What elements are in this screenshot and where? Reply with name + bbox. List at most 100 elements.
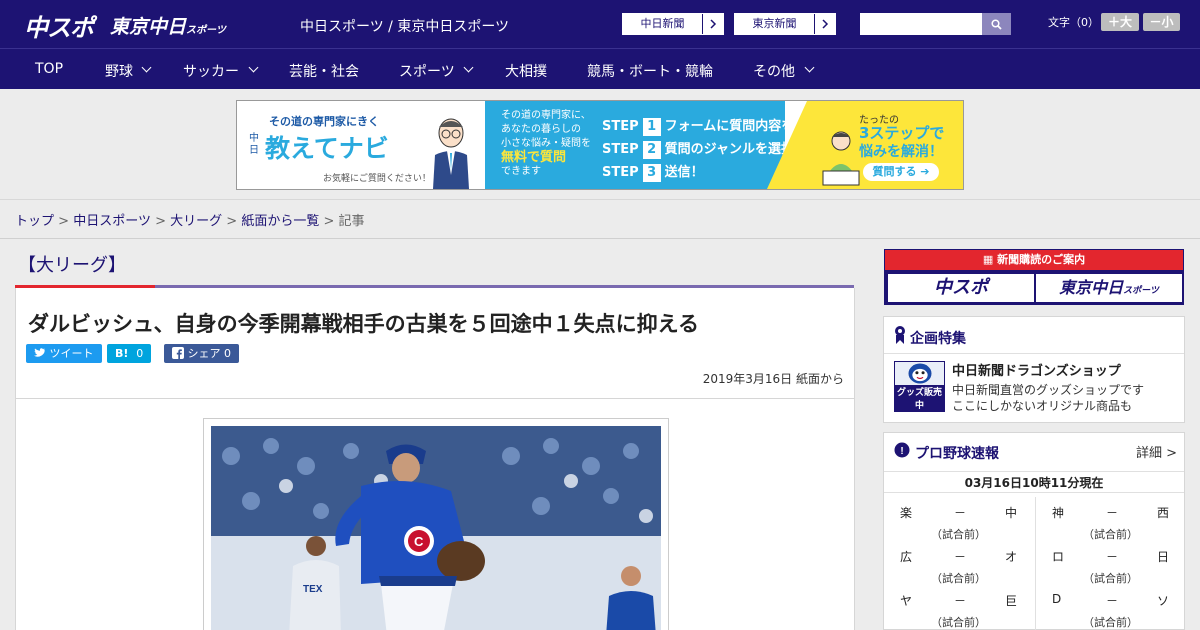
game-home: 楽 — [900, 506, 913, 520]
subscription-header: ▦ 新聞購読のご案内 — [885, 250, 1183, 270]
game-dash: － — [1106, 550, 1119, 564]
tokyo-logo-small: スポーツ — [186, 25, 226, 36]
tokyo-chunichi-logo[interactable]: 東京中日スポーツ — [110, 12, 226, 39]
game-status[interactable]: （試合前） — [1083, 614, 1138, 630]
banner-step3: STEP 3 送信！ — [602, 164, 704, 182]
article-date: 2019年3月16日 紙面から — [702, 372, 844, 386]
businessman-illustration — [433, 118, 469, 189]
game-dash: － — [1106, 506, 1119, 520]
shop-desc-2: ここにしかないオリジナル商品も — [952, 399, 1133, 413]
facebook-share-count: 0 — [224, 347, 231, 360]
nav-item-keiba[interactable]: 競馬・ボート・競輪 — [587, 61, 713, 81]
nav-item-entertainment[interactable]: 芸能・社会 — [289, 61, 359, 81]
chevron-down-icon[interactable] — [141, 62, 152, 73]
newspaper-icon: ▦ — [982, 253, 998, 266]
breadcrumb-mlb[interactable]: 大リーグ — [170, 214, 222, 229]
chunichi-shimbun-link[interactable]: 中日新聞 — [622, 13, 724, 35]
chevron-down-icon[interactable] — [248, 62, 259, 73]
shop-desc-1: 中日新聞直営のグッズショップです — [952, 383, 1145, 397]
sub-tokyo-small: スポーツ — [1123, 286, 1159, 296]
nav-item-sports[interactable]: スポーツ — [399, 61, 455, 81]
person-laptop-illustration — [822, 131, 860, 186]
svg-text:!: ! — [900, 446, 903, 457]
ad-banner-area: その道の専門家にきく 中日 教えてナビ お気軽にご質問ください！ その道の専門家… — [0, 89, 1200, 200]
banner-cta-button[interactable]: 質問する ➔ — [863, 163, 939, 181]
hatena-bookmark-button[interactable]: B! 0 — [107, 344, 152, 363]
step-word: STEP — [602, 165, 639, 180]
game-away: 中 — [1005, 506, 1018, 520]
banner-mid-free: 無料で質問 — [501, 150, 567, 165]
tokyo-shimbun-link[interactable]: 東京新聞 — [734, 13, 836, 35]
pitcher-photo[interactable]: TEX C — [211, 426, 661, 630]
nav-item-baseball[interactable]: 野球 — [105, 61, 133, 81]
tweet-label: ツイート — [49, 347, 94, 360]
chuspo-logo[interactable]: 中スポ — [24, 8, 94, 43]
divider — [0, 238, 1200, 239]
dragons-shop-thumbnail[interactable]: グッズ販売中 — [894, 361, 945, 412]
shop-name[interactable]: 中日新聞ドラゴンズショップ — [952, 360, 1121, 379]
facebook-share-button[interactable]: シェア 0 — [164, 344, 239, 363]
banner-left: その道の専門家にきく 中日 教えてナビ お気軽にご質問ください！ — [237, 101, 485, 189]
nav-item-soccer[interactable]: サッカー — [183, 61, 239, 81]
tweet-button[interactable]: ツイート — [26, 344, 102, 363]
breadcrumb-sep: > — [323, 214, 335, 229]
font-size-label: 文字（0） — [1048, 16, 1099, 29]
game-away: ソ — [1157, 594, 1170, 608]
banner-mid-line1: その道の専門家に、 — [501, 110, 591, 121]
breadcrumb: トップ > 中日スポーツ > 大リーグ > 紙面から一覧 > 記事 — [15, 210, 365, 229]
game-status[interactable]: （試合前） — [931, 614, 986, 630]
game-status[interactable]: （試合前） — [1083, 526, 1138, 542]
breadcrumb-sep: > — [226, 214, 238, 229]
font-bigger-button[interactable]: ＋大 — [1101, 13, 1139, 31]
site-title[interactable]: 中日スポーツ / 東京中日スポーツ — [300, 16, 509, 36]
step-word: STEP — [602, 119, 639, 134]
hatena-label: B! — [115, 347, 129, 360]
game-home: ヤ — [900, 594, 913, 608]
breadcrumb-paper-list[interactable]: 紙面から一覧 — [241, 214, 319, 229]
banner-brand: 教えてナビ — [265, 134, 389, 163]
font-smaller-button[interactable]: －小 — [1143, 13, 1180, 31]
breadcrumb-top[interactable]: トップ — [15, 214, 54, 229]
game-status[interactable]: （試合前） — [1083, 570, 1138, 586]
nav-item-sumo[interactable]: 大相撲 — [505, 61, 547, 81]
game-dash: － — [954, 594, 967, 608]
svg-text:TEX: TEX — [303, 584, 323, 595]
feature-card: 企画特集 グッズ販売中 中日新聞ドラゴンズショップ 中日新聞直営のグッズショップ… — [883, 316, 1185, 423]
subscribe-tokyo-logo[interactable]: 東京中日スポーツ — [1036, 274, 1182, 302]
step3-text: 送信！ — [664, 165, 704, 180]
main-nav: TOP 野球 サッカー 芸能・社会 スポーツ 大相撲 競馬・ボート・競輪 その他 — [0, 48, 1200, 89]
oshiete-navi-banner[interactable]: その道の専門家にきく 中日 教えてナビ お気軽にご質問ください！ その道の専門家… — [236, 100, 964, 190]
game-dash: － — [1106, 594, 1119, 608]
subscription-box[interactable]: ▦ 新聞購読のご案内 中スポ 東京中日スポーツ — [884, 249, 1184, 305]
banner-r3: 悩みを解消！ — [859, 144, 943, 160]
game-dash: － — [954, 550, 967, 564]
search-icon — [991, 18, 1002, 30]
article-headline: ダルビッシュ、自身の今季開幕戦相手の古巣を５回途中１失点に抑える — [28, 312, 699, 336]
game-status[interactable]: （試合前） — [931, 526, 986, 542]
banner-mid-line2: あなたの暮らしの — [501, 124, 581, 135]
chunichi-link-label: 中日新聞 — [623, 14, 703, 34]
subscribe-chuspo-logo[interactable]: 中スポ — [888, 274, 1034, 302]
banner-mid-text: その道の専門家に、 あなたの暮らしの 小さな悩み・疑問を 無料で質問 できます — [501, 109, 591, 179]
live-score-more-link[interactable]: 詳細 > — [1136, 442, 1177, 461]
game-status[interactable]: （試合前） — [931, 570, 986, 586]
sub-tokyo-text: 東京中日 — [1059, 278, 1124, 297]
chevron-down-icon[interactable] — [804, 62, 815, 73]
game-away: 巨 — [1005, 594, 1018, 608]
twitter-bird-icon — [34, 348, 46, 357]
search-input[interactable] — [860, 13, 982, 35]
game-home: ロ — [1052, 550, 1065, 564]
facebook-share-label: シェア — [187, 347, 221, 360]
banner-r2: 3ステップで — [859, 124, 945, 142]
svg-text:C: C — [414, 534, 424, 549]
chevron-right-icon — [703, 14, 723, 34]
nav-item-other[interactable]: その他 — [753, 61, 795, 81]
game-dash: － — [954, 506, 967, 520]
search-button[interactable] — [982, 13, 1011, 35]
breadcrumb-chunichi-sports[interactable]: 中日スポーツ — [73, 214, 151, 229]
game-away: オ — [1005, 550, 1018, 564]
game-away: 日 — [1157, 550, 1170, 564]
chevron-down-icon[interactable] — [463, 62, 474, 73]
nav-item-top[interactable]: TOP — [35, 61, 63, 77]
banner-cta-label: 質問する — [872, 165, 917, 178]
